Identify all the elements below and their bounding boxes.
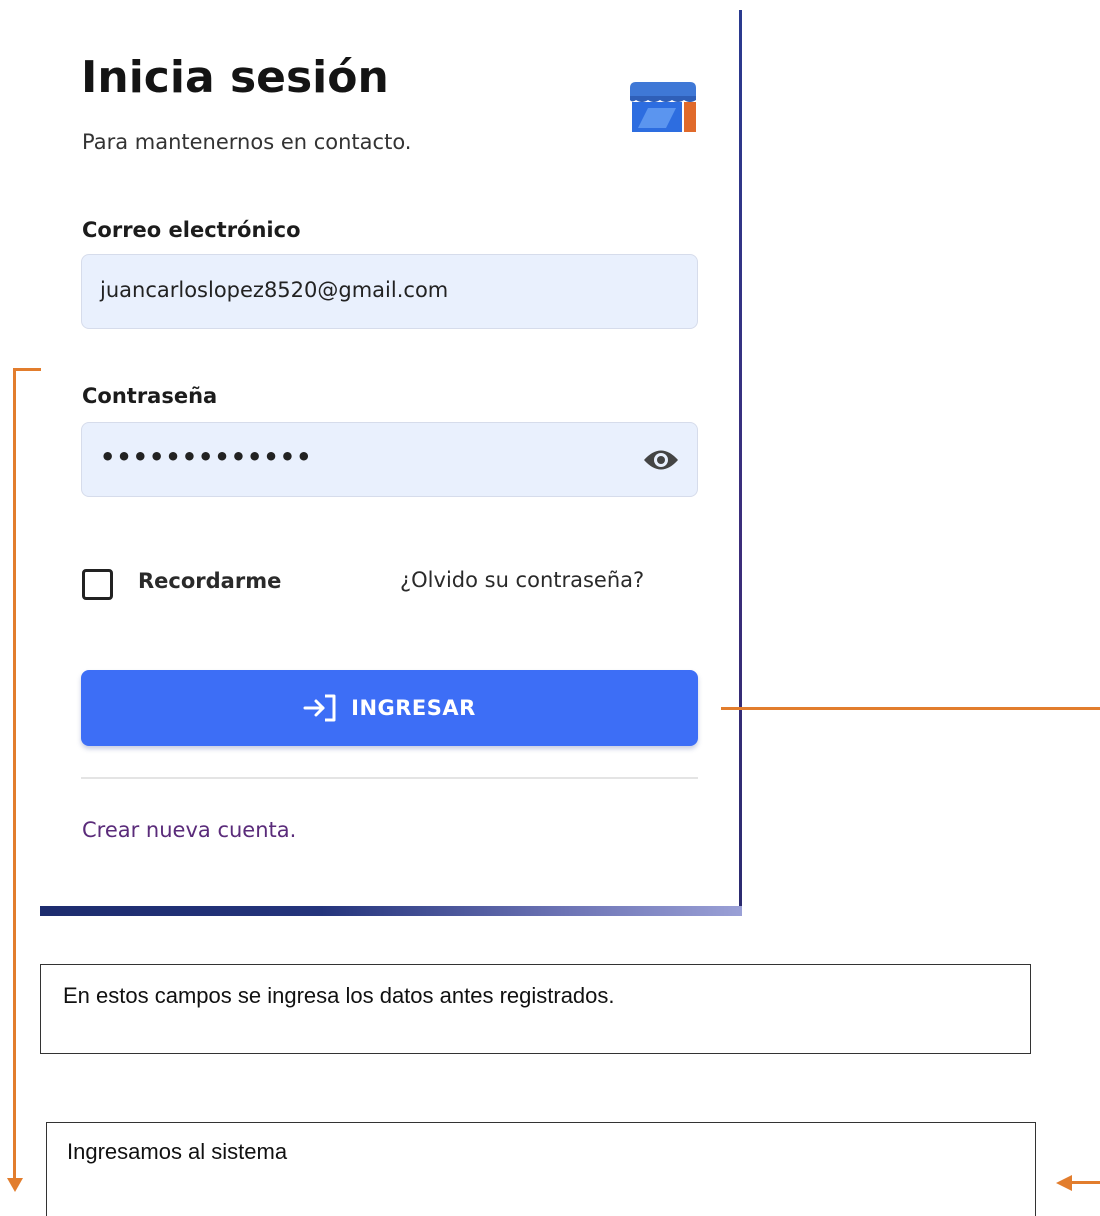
panel-right-border: [739, 10, 742, 916]
password-label: Contraseña: [82, 384, 218, 408]
login-button-label: INGRESAR: [351, 696, 476, 720]
page-title: Inicia sesión: [81, 52, 389, 103]
annotation-line-vertical: [13, 368, 16, 1186]
store-icon: [630, 82, 696, 132]
annotation-line-bottom: [1070, 1181, 1100, 1184]
remember-label: Recordarme: [138, 569, 282, 593]
login-button[interactable]: INGRESAR: [81, 670, 698, 746]
email-field[interactable]: juancarloslopez8520@gmail.com: [81, 254, 698, 329]
annotation-button-text: Ingresamos al sistema: [67, 1139, 288, 1164]
forgot-password-link[interactable]: ¿Olvido su contraseña?: [400, 568, 644, 592]
annotation-button: Ingresamos al sistema: [46, 1122, 1036, 1216]
annotation-fields: En estos campos se ingresa los datos ant…: [40, 964, 1031, 1054]
eye-icon[interactable]: [642, 447, 680, 473]
divider: [81, 777, 698, 779]
annotation-arrowhead-down: [7, 1178, 23, 1192]
annotation-fields-text: En estos campos se ingresa los datos ant…: [63, 983, 615, 1008]
page-subtitle: Para mantenernos en contacto.: [82, 130, 412, 154]
annotation-line-top: [13, 368, 41, 371]
email-value[interactable]: juancarloslopez8520@gmail.com: [100, 278, 448, 302]
email-label: Correo electrónico: [82, 218, 301, 242]
annotation-line-button: [721, 707, 1100, 710]
create-account-link[interactable]: Crear nueva cuenta.: [82, 818, 296, 842]
panel-bottom-border: [40, 906, 742, 916]
login-icon: [303, 694, 336, 722]
password-field[interactable]: •••••••••••••: [81, 422, 698, 497]
annotation-arrowhead-left: [1056, 1175, 1072, 1191]
password-value[interactable]: •••••••••••••: [100, 443, 312, 471]
remember-checkbox[interactable]: [82, 569, 113, 600]
